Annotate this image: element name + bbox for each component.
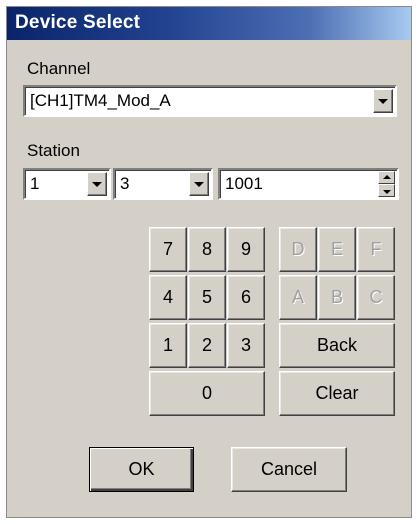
key-6-button[interactable]: 6 — [227, 275, 265, 320]
channel-value: [CH1]TM4_Mod_A — [30, 91, 171, 110]
key-2-button[interactable]: 2 — [188, 323, 226, 368]
key-7-button[interactable]: 7 — [149, 227, 187, 272]
station-second-dropdown-button[interactable] — [189, 172, 209, 196]
station-second-value: 3 — [120, 174, 130, 193]
key-e-label: E — [330, 239, 343, 259]
cancel-button[interactable]: Cancel — [231, 447, 347, 492]
key-1-button[interactable]: 1 — [149, 323, 187, 368]
key-e-button[interactable]: E — [318, 227, 356, 272]
clear-button[interactable]: Clear — [279, 371, 395, 416]
key-d-button[interactable]: D — [279, 227, 317, 272]
key-5-button[interactable]: 5 — [188, 275, 226, 320]
arrow-up-icon — [382, 174, 391, 179]
station-second-dropdown[interactable]: 3 — [113, 168, 213, 200]
back-button[interactable]: Back — [279, 323, 395, 368]
key-a-button[interactable]: A — [279, 275, 317, 320]
spin-up-button[interactable] — [378, 171, 395, 184]
key-f-button[interactable]: F — [357, 227, 395, 272]
chevron-down-icon — [194, 182, 204, 187]
chevron-down-icon — [92, 182, 102, 187]
station-label: Station — [27, 141, 80, 160]
device-select-dialog: Device Select Channel [CH1]TM4_Mod_A Sta… — [6, 6, 412, 518]
station-number-spinbox[interactable]: 1001 — [218, 168, 399, 200]
key-3-button[interactable]: 3 — [227, 323, 265, 368]
key-4-button[interactable]: 4 — [149, 275, 187, 320]
channel-dropdown-button[interactable] — [373, 89, 393, 113]
chevron-down-icon — [378, 99, 388, 104]
station-first-dropdown[interactable]: 1 — [23, 168, 111, 200]
station-first-dropdown-button[interactable] — [87, 172, 107, 196]
arrow-down-icon — [382, 189, 391, 194]
ok-button[interactable]: OK — [89, 447, 194, 492]
key-9-button[interactable]: 9 — [227, 227, 265, 272]
key-8-button[interactable]: 8 — [188, 227, 226, 272]
key-f-label: F — [370, 239, 382, 259]
station-number-value: 1001 — [225, 174, 263, 193]
key-d-label: D — [291, 239, 305, 259]
key-b-label: B — [330, 287, 343, 307]
channel-label: Channel — [27, 59, 91, 78]
key-a-label: A — [291, 287, 304, 307]
station-first-value: 1 — [30, 174, 40, 193]
key-b-button[interactable]: B — [318, 275, 356, 320]
window-title: Device Select — [15, 12, 141, 33]
title-bar: Device Select — [7, 7, 411, 40]
key-c-label: C — [369, 287, 383, 307]
spin-down-button[interactable] — [378, 184, 395, 197]
channel-dropdown[interactable]: [CH1]TM4_Mod_A — [23, 85, 397, 117]
key-0-button[interactable]: 0 — [149, 371, 265, 416]
key-c-button[interactable]: C — [357, 275, 395, 320]
